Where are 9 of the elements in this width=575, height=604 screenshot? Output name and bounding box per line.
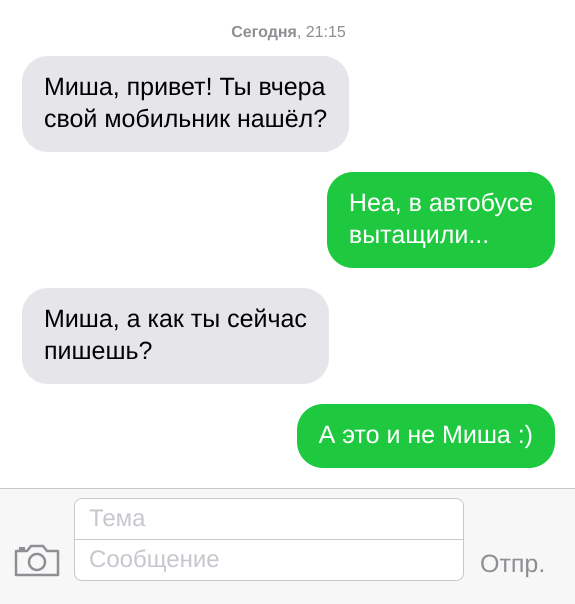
- received-message-bubble: Миша, а как ты сейчас пишешь?: [22, 288, 329, 384]
- received-message-bubble: Миша, привет! Ты вчера свой мобильник нашёл?: [22, 56, 350, 152]
- sent-message-bubble: Неа, в автобусе вытащили...: [326, 172, 555, 268]
- send-button[interactable]: Отпр.: [478, 550, 548, 579]
- subject-field[interactable]: Тема: [74, 498, 464, 540]
- camera-icon[interactable]: [14, 543, 60, 577]
- message-field[interactable]: Сообщение: [74, 540, 464, 581]
- sent-message-bubble: А это и не Миша :): [296, 404, 555, 468]
- timestamp: Сегодня, 21:15: [231, 24, 346, 42]
